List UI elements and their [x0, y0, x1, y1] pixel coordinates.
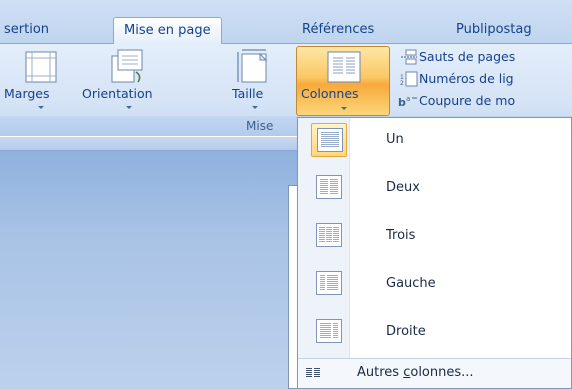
horizontal-ruler [0, 137, 310, 151]
left-column-icon [311, 267, 347, 301]
chevron-down-icon [252, 106, 258, 109]
more-columns-icon [306, 368, 322, 378]
orientation-icon [111, 49, 143, 83]
group-label-mise-en-page: Mise [246, 119, 274, 133]
chevron-down-icon [341, 107, 347, 110]
colonnes-label: Colonnes [301, 86, 359, 101]
menu-item-trois[interactable]: Trois [298, 214, 571, 260]
orientation-label: Orientation [82, 86, 153, 101]
ribbon-tab-strip: sertion Mise en page Références Publipos… [0, 0, 572, 44]
line-numbers-icon: 1 2 [400, 71, 418, 87]
orientation-button[interactable]: Orientation [80, 48, 172, 114]
tab-mise-en-page[interactable]: Mise en page [113, 17, 222, 44]
tab-references[interactable]: Références [302, 17, 374, 44]
one-column-icon [311, 123, 347, 157]
columns-icon [327, 51, 361, 83]
menu-item-deux[interactable]: Deux [298, 166, 571, 212]
svg-text:b: b [398, 96, 406, 109]
columns-dropdown-menu: Un Deux Trois Gauche Droite Autres colon… [297, 117, 572, 389]
sauts-de-pages-button[interactable]: Sauts de pages [419, 49, 515, 64]
colonnes-button[interactable]: Colonnes [296, 46, 390, 116]
tab-publipostage[interactable]: Publipostag [456, 17, 532, 44]
coupure-de-mots-button[interactable]: Coupure de mo [419, 93, 515, 108]
two-columns-icon [311, 171, 347, 205]
menu-item-label: Deux [386, 180, 420, 195]
menu-item-label: Gauche [386, 276, 436, 291]
taille-button[interactable]: Taille [226, 48, 286, 114]
marges-button[interactable]: Marges [4, 48, 80, 114]
menu-item-label: Droite [386, 324, 426, 339]
menu-item-droite[interactable]: Droite [298, 310, 571, 356]
marges-label: Marges [4, 86, 50, 101]
document-area [0, 137, 310, 389]
menu-item-label: Un [386, 132, 404, 147]
svg-text:2: 2 [400, 80, 404, 87]
page-size-icon [237, 49, 268, 83]
autres-colonnes-label: Autres colonnes... [357, 365, 474, 380]
right-column-icon [311, 315, 347, 349]
margins-icon [25, 51, 57, 83]
svg-text:a: a [406, 95, 410, 103]
numeros-de-lignes-button[interactable]: Numéros de lig [419, 71, 514, 86]
chevron-down-icon [38, 106, 44, 109]
page-break-icon [401, 49, 417, 65]
menu-item-autres-colonnes[interactable]: Autres colonnes... [298, 359, 571, 388]
tab-insertion[interactable]: sertion [4, 17, 49, 44]
menu-item-gauche[interactable]: Gauche [298, 262, 571, 308]
chevron-down-icon [126, 106, 132, 109]
hyphenation-icon: b a [398, 95, 417, 109]
menu-item-un[interactable]: Un [298, 118, 571, 164]
menu-item-label: Trois [386, 228, 416, 243]
taille-label: Taille [232, 86, 264, 101]
three-columns-icon [311, 219, 347, 253]
